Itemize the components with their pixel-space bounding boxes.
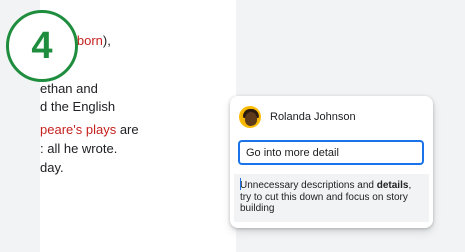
user-avatar — [239, 106, 261, 128]
doc-link-shakespeares-plays[interactable]: peare's plays — [40, 122, 116, 137]
doc-line-6: day. — [40, 160, 64, 175]
suggestion-bold: details — [376, 180, 409, 191]
comment-author-name: Rolanda Johnson — [270, 111, 356, 123]
avatar-face — [245, 112, 257, 126]
comment-card: Rolanda Johnson Unnecessary descriptions… — [230, 96, 433, 228]
suggestion-text: Unnecessary descriptions and — [240, 180, 377, 191]
doc-text: are — [116, 122, 139, 137]
doc-line-2: ethan and — [40, 81, 98, 96]
doc-line-5: : all he wrote. — [40, 141, 118, 156]
doc-text: ), — [102, 33, 111, 48]
doc-line-4: peare's plays are — [40, 122, 139, 138]
comment-suggestion[interactable]: Unnecessary descriptions and details, tr… — [234, 174, 429, 222]
doc-line-3: d the English — [40, 99, 116, 114]
step-number-badge: 4 — [6, 10, 78, 82]
selection-caret — [240, 178, 241, 190]
comment-input[interactable] — [238, 140, 424, 165]
